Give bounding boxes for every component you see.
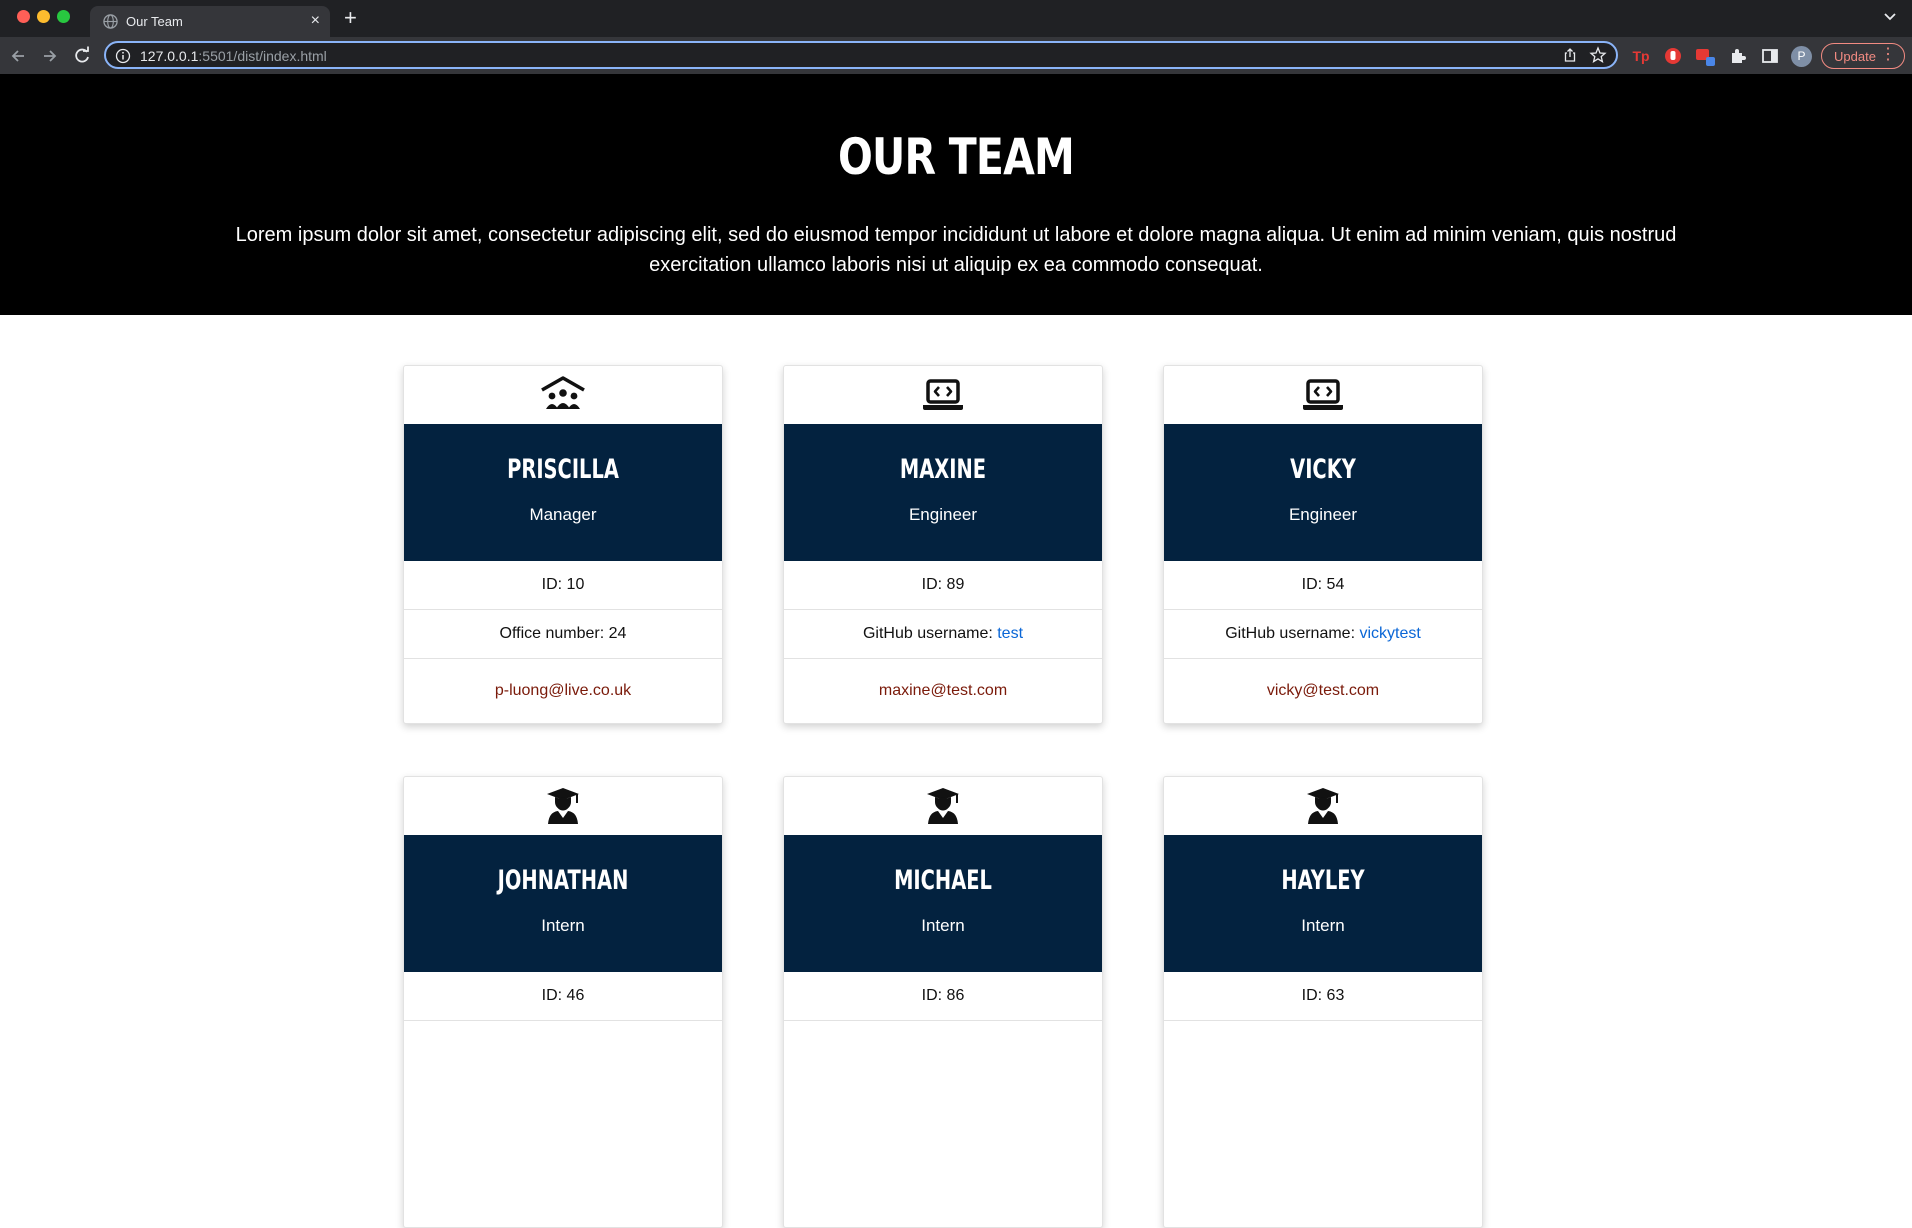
employee-name: JOHNATHAN [497,865,629,896]
email-row: maxine@test.com [784,659,1102,723]
employee-role: Intern [1301,916,1345,935]
graduate-icon [927,788,959,824]
update-button[interactable]: Update ⋮ [1821,43,1905,69]
address-bar[interactable]: 127.0.0.1:5501/dist/index.html [104,41,1618,69]
card-icon-area [404,777,722,835]
laptop-code-icon [1303,379,1343,410]
info-icon[interactable] [115,48,131,64]
employee-card-manager: PRISCILLA Manager ID: 10 Office number: … [403,365,723,724]
chevron-down-icon[interactable] [1882,8,1898,24]
employee-id: ID: 63 [1164,972,1482,1021]
back-arrow-icon[interactable] [8,46,28,66]
employee-id: ID: 86 [784,972,1102,1021]
tab-title: Our Team [126,14,183,29]
browser-tab[interactable]: Our Team × [90,6,330,37]
page-title: OUR TEAM [838,128,1075,186]
profile-avatar[interactable]: P [1791,46,1812,67]
card-icon-area [784,366,1102,424]
employee-name: VICKY [1290,454,1356,485]
url-text[interactable]: 127.0.0.1:5501/dist/index.html [140,48,327,64]
card-header: PRISCILLA Manager [404,424,722,561]
employee-id: ID: 46 [404,972,722,1021]
employee-role: Engineer [908,505,978,524]
card-header: MAXINE Engineer [784,424,1102,561]
employee-card-engineer: MAXINE Engineer ID: 89 GitHub username: … [783,365,1103,724]
email-link[interactable]: vicky@test.com [1267,682,1379,699]
employee-card-intern: MICHAEL Intern ID: 86 [783,776,1103,1228]
hero-description: Lorem ipsum dolor sit amet, consectetur … [235,224,1677,276]
employee-id: ID: 89 [784,561,1102,610]
employee-role: Intern [921,916,965,935]
bookmark-star-icon[interactable] [1589,46,1607,64]
employee-card-intern: HAYLEY Intern ID: 63 [1163,776,1483,1228]
email-link[interactable]: p-luong@live.co.uk [495,682,631,699]
extension-badge-icon[interactable] [1694,45,1716,67]
manager-team-icon [541,376,585,409]
email-row: p-luong@live.co.uk [404,659,722,723]
card-header: HAYLEY Intern [1164,835,1482,972]
graduate-icon [547,788,579,824]
employee-name: PRISCILLA [507,454,619,485]
tab-close-button[interactable]: × [311,13,320,29]
github-row: GitHub username: vickytest [1164,610,1482,659]
employee-card-engineer: VICKY Engineer ID: 54 GitHub username: v… [1163,365,1483,724]
puzzle-icon[interactable] [1727,45,1749,67]
hand-extension-icon[interactable] [1662,45,1684,67]
maximize-window-button[interactable] [57,10,70,23]
card-icon-area [1164,366,1482,424]
employee-id: ID: 10 [404,561,722,610]
card-icon-area [1164,777,1482,835]
card-header: MICHAEL Intern [784,835,1102,972]
employee-card-intern: JOHNATHAN Intern ID: 46 [403,776,723,1228]
globe-icon [103,14,118,29]
email-row: vicky@test.com [1164,659,1482,723]
card-icon-area [404,366,722,424]
employee-role: Manager [529,505,597,524]
employee-role: Intern [541,916,585,935]
github-label: GitHub username: [862,625,998,642]
employee-name: MAXINE [899,454,987,485]
share-icon[interactable] [1562,47,1578,63]
card-header: JOHNATHAN Intern [404,835,722,972]
side-panel-icon[interactable] [1759,45,1781,67]
browser-toolbar: 127.0.0.1:5501/dist/index.html Tp P Upda… [0,37,1912,74]
office-number: Office number: 24 [404,610,722,659]
more-menu-icon[interactable]: ⋮ [1880,46,1896,64]
github-link[interactable]: test [997,625,1023,642]
forward-arrow-icon[interactable] [40,46,60,66]
github-row: GitHub username: test [784,610,1102,659]
graduate-icon [1307,788,1339,824]
email-link[interactable]: maxine@test.com [879,682,1007,699]
translate-extension-icon[interactable]: Tp [1630,45,1652,67]
employee-name: HAYLEY [1281,865,1365,896]
github-label: GitHub username: [1225,625,1360,642]
new-tab-button[interactable]: + [344,6,357,30]
update-label: Update [1834,49,1876,64]
employee-id: ID: 54 [1164,561,1482,610]
close-window-button[interactable] [17,10,30,23]
reload-icon[interactable] [72,46,92,66]
employee-role: Engineer [1288,505,1358,524]
github-link[interactable]: vickytest [1359,625,1420,642]
card-header: VICKY Engineer [1164,424,1482,561]
browser-tab-strip: Our Team × + [0,0,1912,37]
employee-name: MICHAEL [894,865,992,896]
laptop-code-icon [923,379,963,410]
minimize-window-button[interactable] [37,10,50,23]
card-icon-area [784,777,1102,835]
hero-banner: OUR TEAM Lorem ipsum dolor sit amet, con… [0,74,1912,315]
